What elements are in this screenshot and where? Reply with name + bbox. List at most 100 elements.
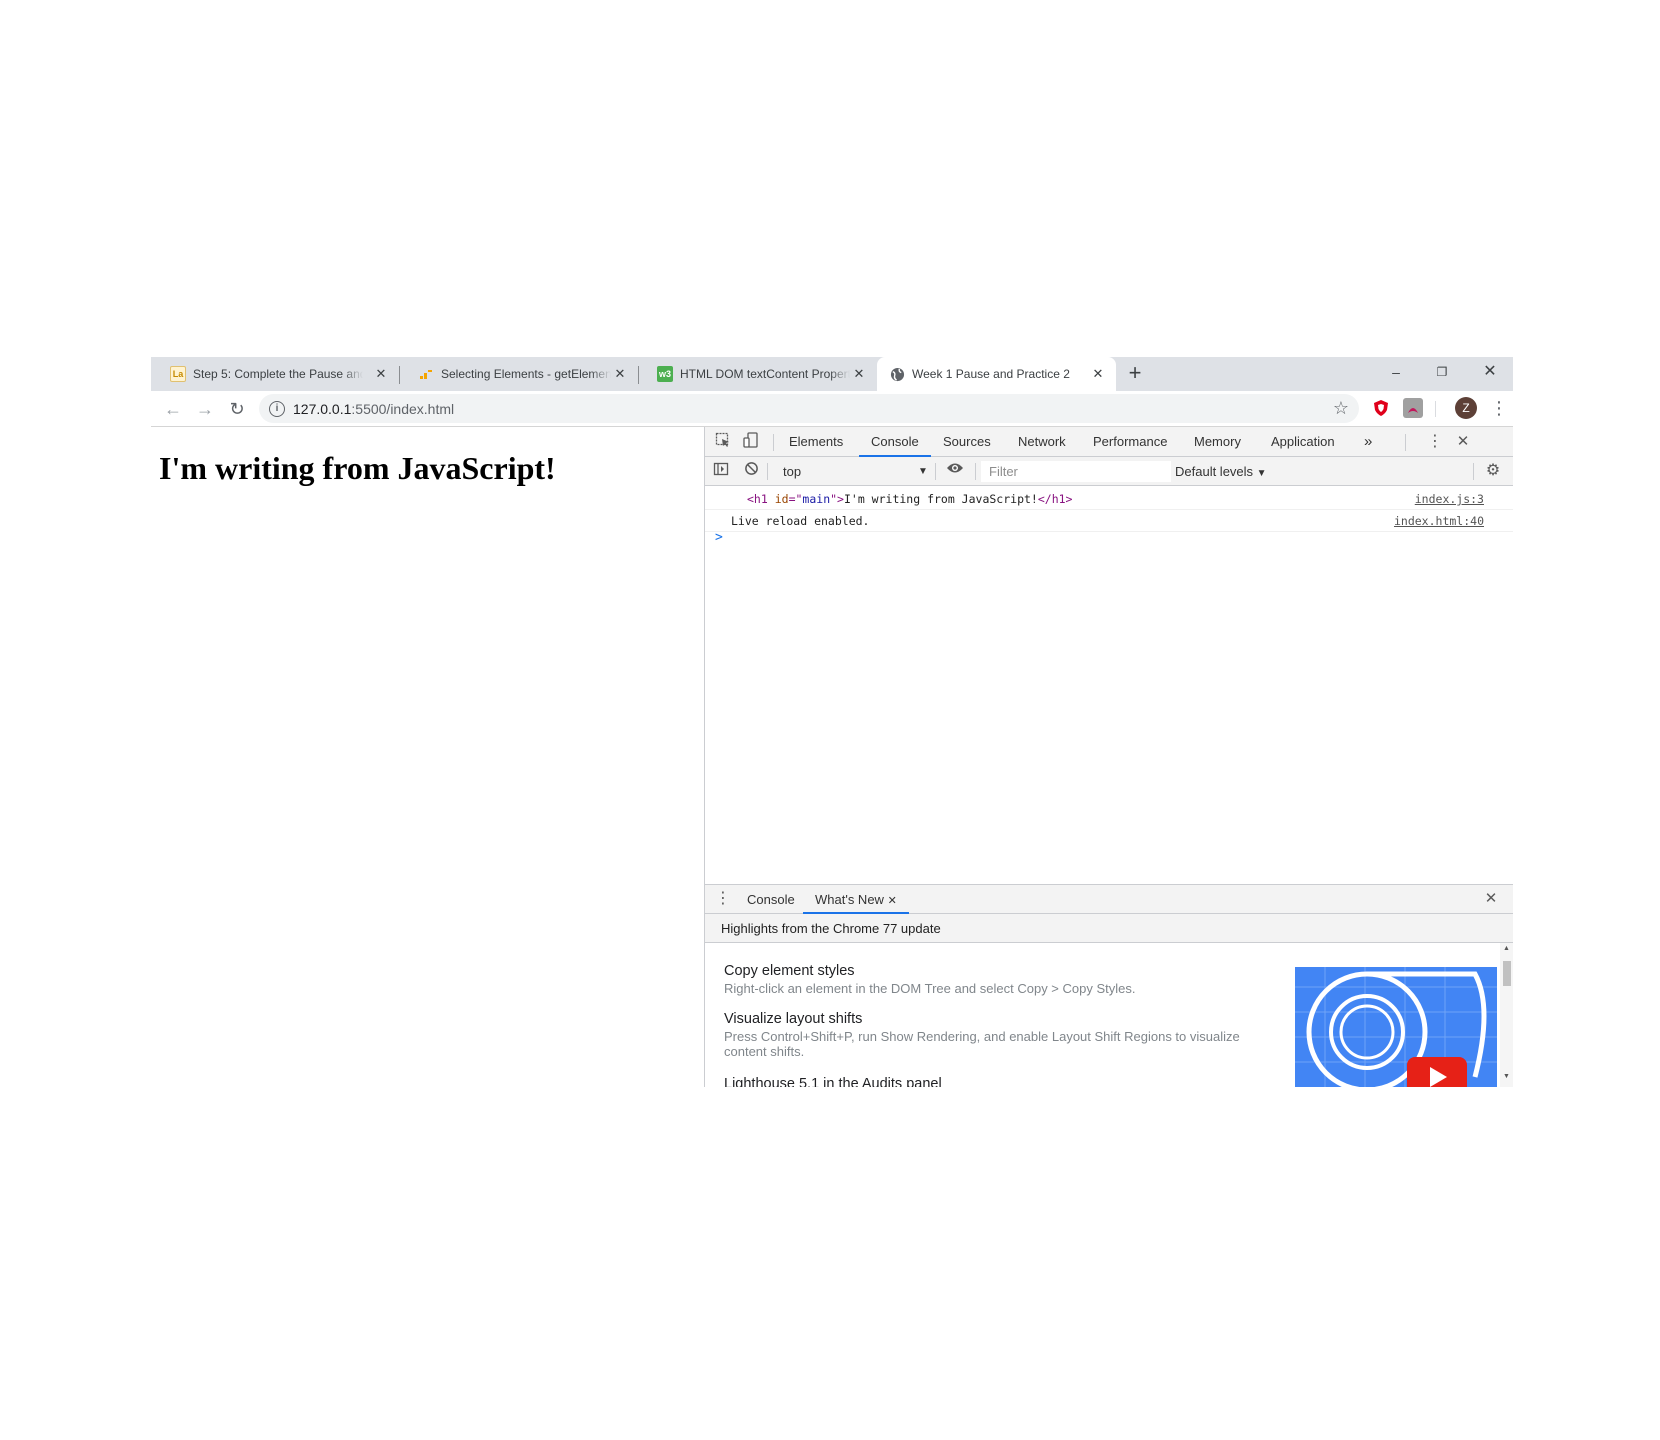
w3schools-favicon-icon: w3 — [657, 366, 673, 382]
item-title: Copy element styles — [724, 963, 855, 979]
tab-title: Week 1 Pause and Practice 2 — [912, 367, 1070, 381]
minimize-button[interactable]: – — [1373, 357, 1419, 387]
toolbar-divider — [1435, 401, 1436, 417]
devtools-tab-bar: Elements Console Sources Network Perform… — [705, 427, 1513, 457]
back-arrow-icon[interactable]: ← — [161, 397, 185, 421]
tab-divider — [1405, 434, 1406, 451]
shield-extension-icon[interactable] — [1371, 398, 1391, 418]
context-select[interactable]: top — [771, 461, 926, 482]
log-levels-dropdown[interactable]: Default levels ▼ — [1175, 461, 1267, 482]
tag-open: <h1 — [747, 492, 775, 506]
item-description: Press Control+Shift+P, run Show Renderin… — [724, 1029, 1240, 1059]
whats-new-item[interactable]: Copy element styles Right-click an eleme… — [724, 963, 1244, 996]
tab-week1[interactable]: Week 1 Pause and Practice 2 ✕ — [877, 357, 1116, 391]
close-icon[interactable]: ✕ — [1090, 366, 1106, 382]
video-thumbnail[interactable] — [1295, 967, 1497, 1087]
scrollbar[interactable]: ▲ ▼ — [1500, 943, 1513, 1087]
attr-close: "> — [830, 492, 844, 506]
forward-arrow-icon[interactable]: → — [193, 397, 217, 421]
globe-icon — [889, 366, 905, 382]
address-bar[interactable]: i 127.0.0.1:5500/index.html ☆ — [259, 394, 1359, 423]
restore-button[interactable]: ❐ — [1419, 357, 1465, 387]
console-output: <h1 id="main">I'm writing from JavaScrip… — [705, 486, 1513, 884]
item-title: Lighthouse 5.1 in the Audits panel — [724, 1076, 942, 1087]
devtools-close-icon[interactable]: ✕ — [1453, 432, 1473, 452]
bookmark-star-icon[interactable]: ☆ — [1333, 398, 1349, 419]
console-prompt-chevron-icon[interactable]: > — [715, 530, 723, 545]
tab-title: HTML DOM textContent Property — [680, 367, 850, 381]
drawer-tab-bar: ⋮ Console What's New ✕ ✕ — [705, 885, 1513, 914]
drawer-menu-kebab-icon[interactable]: ⋮ — [713, 889, 733, 909]
tab-network[interactable]: Network — [1006, 427, 1078, 457]
console-toolbar: top ▼ Default levels ▼ ⚙ — [705, 457, 1513, 486]
toolbar-divider — [767, 463, 768, 480]
drawer-tab-whats-new[interactable]: What's New ✕ — [803, 885, 909, 914]
chevron-down-icon: ▼ — [918, 466, 928, 477]
console-message: Live reload enabled. index.html:40 — [705, 510, 1513, 532]
graph-favicon-icon — [418, 366, 434, 382]
attr-value: main — [802, 492, 831, 506]
inspect-element-icon[interactable] — [713, 432, 733, 452]
more-tabs-chevron-icon[interactable]: » — [1352, 427, 1384, 457]
toolbar-divider — [975, 463, 976, 480]
tab-sources[interactable]: Sources — [931, 427, 1003, 457]
info-icon[interactable]: i — [269, 400, 285, 417]
url-host: 127.0.0.1 — [293, 400, 352, 417]
close-icon[interactable]: ✕ — [612, 366, 628, 382]
log-levels-label: Default levels — [1175, 464, 1254, 479]
url-path: :5500/index.html — [351, 400, 455, 417]
whats-new-header: Highlights from the Chrome 77 update — [705, 914, 1513, 943]
new-tab-button[interactable]: + — [1123, 362, 1147, 386]
scroll-down-icon[interactable]: ▼ — [1503, 1073, 1510, 1080]
eye-icon[interactable] — [945, 461, 965, 481]
source-link[interactable]: index.html:40 — [1394, 510, 1484, 532]
reload-icon[interactable]: ↻ — [225, 397, 249, 421]
tab-title: Step 5: Complete the Pause and Practice — [193, 367, 363, 381]
devtools-drawer: ⋮ Console What's New ✕ ✕ Highlights from… — [705, 884, 1513, 1087]
avatar[interactable]: Z — [1455, 397, 1477, 419]
page-viewport: I'm writing from JavaScript! — [151, 427, 704, 1087]
scroll-thumb[interactable] — [1503, 961, 1511, 986]
devtools-menu-kebab-icon[interactable]: ⋮ — [1425, 432, 1445, 452]
attr-name: id — [774, 492, 789, 506]
tab-console[interactable]: Console — [859, 427, 931, 457]
toolbar-divider — [935, 463, 936, 480]
tab-application[interactable]: Application — [1259, 427, 1347, 457]
filter-input[interactable] — [981, 461, 1171, 482]
device-toolbar-icon[interactable] — [741, 432, 761, 452]
close-icon[interactable]: ✕ — [888, 895, 897, 907]
gear-icon[interactable]: ⚙ — [1483, 461, 1503, 481]
item-title: Visualize layout shifts — [724, 1011, 863, 1027]
clear-console-icon[interactable] — [741, 461, 761, 481]
chevron-down-icon: ▼ — [1256, 468, 1267, 479]
close-icon[interactable]: ✕ — [851, 366, 867, 382]
tab-textcontent[interactable]: w3 HTML DOM textContent Property ✕ — [638, 357, 877, 391]
console-message[interactable]: <h1 id="main">I'm writing from JavaScrip… — [705, 488, 1513, 510]
url-text[interactable]: 127.0.0.1:5500/index.html — [293, 401, 454, 417]
tab-elements[interactable]: Elements — [777, 427, 855, 457]
lab-favicon-icon: La — [170, 366, 186, 382]
menu-kebab-icon[interactable]: ⋮ — [1489, 396, 1509, 420]
browser-toolbar: ← → ↻ i 127.0.0.1:5500/index.html ☆ Z ⋮ — [151, 391, 1513, 427]
whats-new-item[interactable]: Visualize layout shifts Press Control+Sh… — [724, 1011, 1244, 1059]
tab-divider — [773, 434, 774, 451]
tab-title: Selecting Elements - getElementById — [441, 367, 611, 381]
drawer-tab-label: What's New — [815, 892, 884, 907]
whats-new-content: Copy element styles Right-click an eleme… — [705, 943, 1500, 1087]
whats-new-item[interactable]: Lighthouse 5.1 in the Audits panel — [724, 1076, 1244, 1087]
scroll-up-icon[interactable]: ▲ — [1503, 945, 1510, 952]
drawer-tab-console[interactable]: Console — [735, 885, 807, 914]
source-link[interactable]: index.js:3 — [1415, 488, 1484, 510]
tab-step5[interactable]: La Step 5: Complete the Pause and Practi… — [151, 357, 400, 391]
pdf-extension-icon[interactable] — [1403, 398, 1423, 418]
toolbar-divider — [1473, 463, 1474, 480]
drawer-close-icon[interactable]: ✕ — [1481, 889, 1501, 909]
tab-selecting-elements[interactable]: Selecting Elements - getElementById ✕ — [399, 357, 639, 391]
browser-window: La Step 5: Complete the Pause and Practi… — [151, 357, 1513, 1087]
sidebar-toggle-icon[interactable] — [711, 461, 731, 481]
close-window-button[interactable]: ✕ — [1467, 357, 1513, 387]
tab-performance[interactable]: Performance — [1081, 427, 1179, 457]
tab-memory[interactable]: Memory — [1182, 427, 1253, 457]
close-icon[interactable]: ✕ — [373, 366, 389, 382]
tag-close: </h1> — [1037, 492, 1073, 506]
